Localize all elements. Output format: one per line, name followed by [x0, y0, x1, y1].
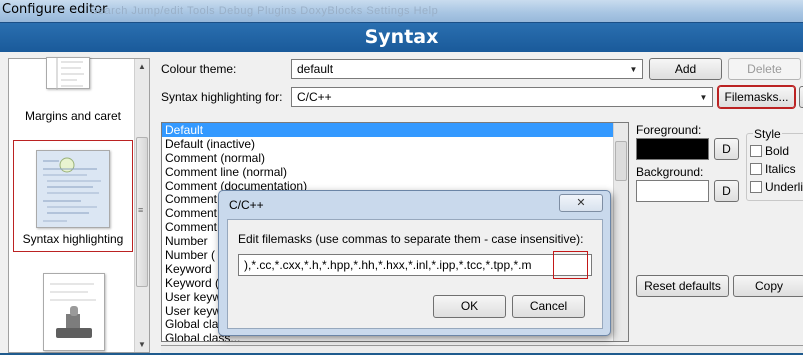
category-item-next[interactable]	[13, 269, 133, 354]
dialog-prompt: Edit filemasks (use commas to separate t…	[238, 232, 584, 246]
syntax-language-select[interactable]: C/C++ ▼	[291, 87, 713, 107]
margins-page-icon	[46, 57, 90, 90]
dialog-content: Edit filemasks (use commas to separate t…	[227, 219, 603, 329]
italics-label: Italics	[765, 162, 796, 176]
reset-defaults-button[interactable]: Reset defaults	[636, 275, 729, 297]
category-label-margins: Margins and caret	[24, 109, 122, 123]
margins-page-graphic	[56, 58, 84, 90]
stamp-page-icon	[43, 273, 105, 351]
settings-category-list[interactable]: Margins and caret Syntax highlighting ▲ …	[8, 57, 150, 354]
scroll-thumb[interactable]	[615, 141, 627, 181]
foreground-color-swatch[interactable]	[636, 138, 709, 160]
background-menu-ghost: Search Jump/edit Tools Debug Plugins Dox…	[90, 5, 439, 17]
keywords-button-partial[interactable]	[799, 86, 803, 108]
category-item-syntax[interactable]: Syntax highlighting	[13, 140, 133, 252]
italics-checkbox[interactable]	[750, 163, 762, 175]
foreground-default-button[interactable]: D	[714, 138, 739, 160]
text-cursor-highlight	[553, 251, 588, 279]
scroll-down-icon[interactable]: ▼	[135, 337, 149, 352]
background-color-swatch[interactable]	[636, 180, 709, 202]
background-label: Background:	[636, 165, 704, 179]
add-theme-button[interactable]: Add	[649, 58, 722, 80]
bold-checkbox[interactable]	[750, 145, 762, 157]
syntax-for-label: Syntax highlighting for:	[161, 90, 283, 104]
chevron-down-icon: ▼	[629, 65, 638, 74]
category-list-scrollbar[interactable]: ▲ ≡ ▼	[134, 59, 149, 352]
style-list-item[interactable]: Comment (normal)	[162, 151, 628, 165]
dialog-title: C/C++	[229, 198, 264, 212]
scroll-up-icon[interactable]: ▲	[135, 59, 149, 74]
ok-button[interactable]: OK	[433, 295, 506, 318]
page-header: Syntax	[0, 22, 803, 52]
style-list-item[interactable]: Default	[162, 123, 628, 137]
syntax-language-value: C/C++	[297, 90, 332, 104]
close-icon[interactable]: ✕	[559, 194, 603, 212]
syntax-page-graphic	[43, 157, 101, 222]
style-list-item[interactable]: Default (inactive)	[162, 137, 628, 151]
delete-theme-button[interactable]: Delete	[728, 58, 801, 80]
preview-frame	[161, 345, 803, 353]
scroll-grip-icon: ≡	[138, 205, 144, 215]
cancel-button[interactable]: Cancel	[512, 295, 585, 318]
page-title: Syntax	[364, 26, 439, 48]
colour-theme-label: Colour theme:	[161, 62, 237, 76]
category-label-syntax: Syntax highlighting	[22, 232, 124, 246]
underline-checkbox[interactable]	[750, 181, 762, 193]
stamp-graphic	[50, 283, 96, 338]
colour-theme-select[interactable]: default ▼	[291, 59, 643, 79]
style-list-item[interactable]: Comment line (normal)	[162, 165, 628, 179]
style-group-title: Style	[753, 127, 782, 141]
bold-label: Bold	[765, 144, 790, 158]
filemasks-input[interactable]: ),*.cc,*.cxx,*.h,*.hpp,*.hh,*.hxx,*.inl,…	[238, 254, 592, 276]
foreground-label: Foreground:	[636, 123, 702, 137]
background-default-button[interactable]: D	[714, 180, 739, 202]
category-item-margins[interactable]: Margins and caret	[13, 57, 133, 127]
chevron-down-icon: ▼	[699, 93, 708, 102]
window-titlebar: Configure editor Search Jump/edit Tools …	[0, 0, 803, 22]
filemasks-button[interactable]: Filemasks...	[718, 86, 795, 108]
syntax-page-icon	[36, 150, 110, 228]
filemasks-dialog: C/C++ ✕ Edit filemasks (use commas to se…	[218, 190, 611, 336]
colour-theme-value: default	[297, 62, 334, 76]
style-list-scrollbar[interactable]	[613, 123, 628, 341]
copy-button[interactable]: Copy	[733, 275, 803, 297]
underline-label: Underlin	[765, 180, 803, 194]
